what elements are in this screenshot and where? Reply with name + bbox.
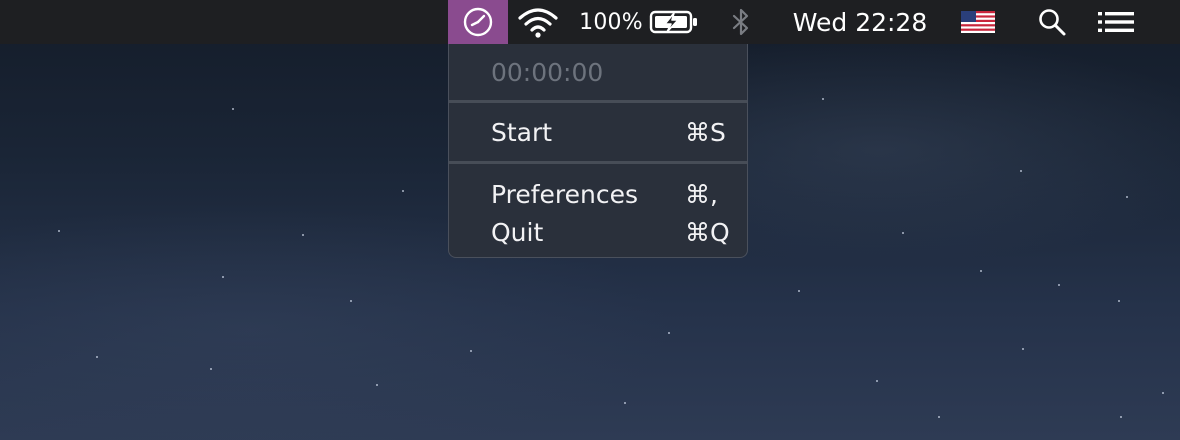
notification-list-icon (1098, 12, 1134, 32)
timer-value: 00:00:00 (491, 57, 604, 87)
search-icon (1039, 9, 1066, 36)
battery-percentage[interactable]: 100% (576, 0, 646, 44)
menu-item-label: Preferences (491, 179, 639, 209)
timer-icon (463, 7, 493, 37)
battery-status-item[interactable] (646, 0, 702, 44)
menu-item-label: Start (491, 117, 553, 147)
menu-item-quit[interactable]: Quit ⌘Q (449, 214, 747, 250)
wifi-icon (518, 8, 558, 38)
menu-item-label: Quit (491, 217, 544, 247)
timer-dropdown-menu: 00:00:00 Start ⌘S Preferences ⌘, Quit ⌘Q (448, 44, 748, 258)
timer-status-item[interactable] (448, 0, 508, 44)
bluetooth-icon (732, 8, 749, 36)
menu-item-shortcut: ⌘Q (685, 217, 730, 247)
menu-separator (449, 100, 747, 103)
spotlight-item[interactable] (1030, 0, 1074, 44)
menubar-clock[interactable]: Wed 22:28 (780, 0, 940, 44)
menu-item-shortcut: ⌘S (685, 117, 726, 147)
timer-readout: 00:00:00 (449, 54, 747, 90)
bluetooth-status-item[interactable] (724, 0, 758, 44)
input-source-item[interactable] (955, 0, 1001, 44)
us-flag-icon (961, 11, 995, 33)
menu-item-preferences[interactable]: Preferences ⌘, (449, 176, 747, 212)
menu-item-shortcut: ⌘, (685, 179, 718, 209)
notification-center-item[interactable] (1092, 0, 1140, 44)
menu-separator (449, 161, 747, 164)
menu-bar: 100% Wed 22:28 (0, 0, 1180, 44)
menu-item-start[interactable]: Start ⌘S (449, 114, 747, 150)
battery-charging-icon (649, 10, 697, 34)
wifi-status-item[interactable] (512, 0, 564, 44)
